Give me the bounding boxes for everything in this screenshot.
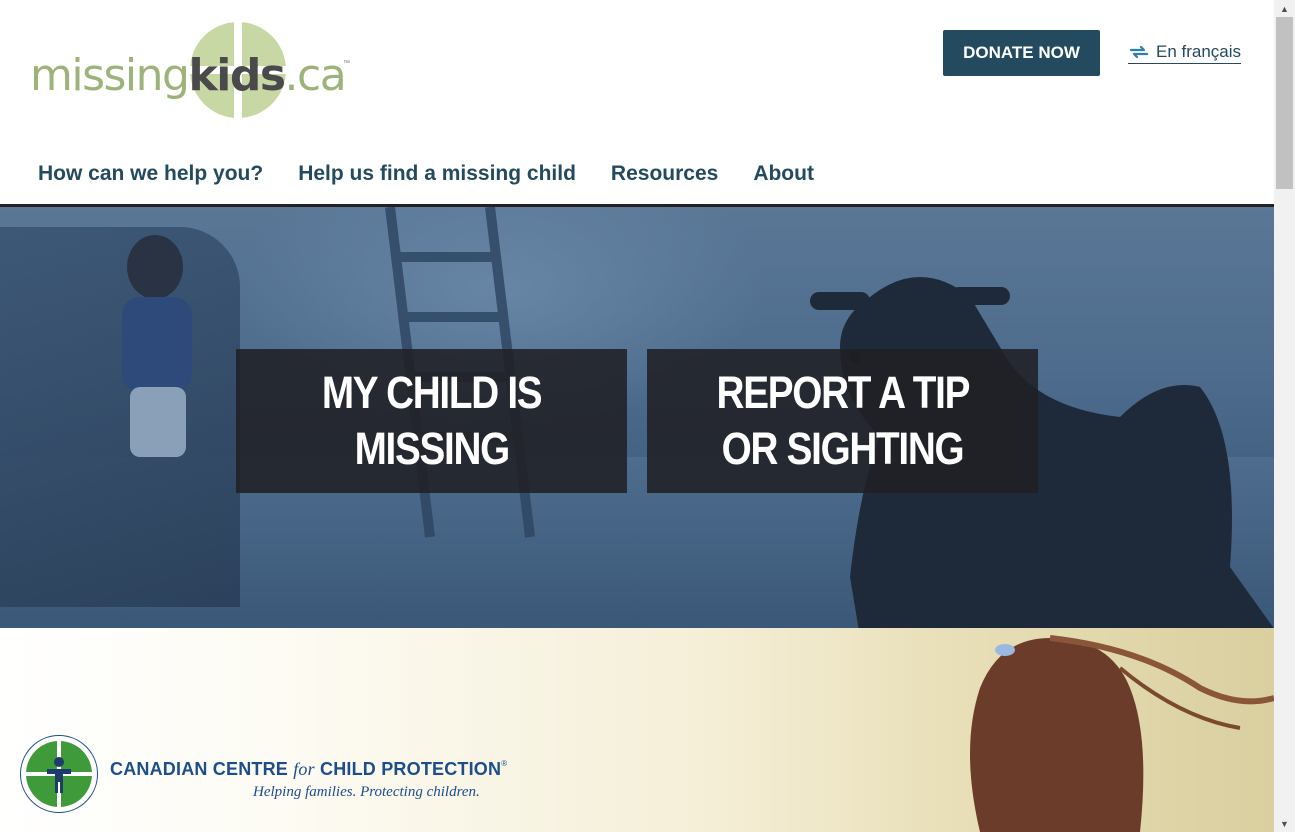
ccp-text-block: CANADIAN CENTRE for CHILD PROTECTION® He… [110, 735, 507, 801]
language-switch-icon [1129, 45, 1149, 59]
ccp-registered-mark: ® [501, 759, 508, 768]
scrollbar-thumb[interactable] [1276, 17, 1293, 189]
my-child-is-missing-button[interactable]: MY CHILD IS MISSING [236, 349, 627, 493]
ccp-name-part2: CHILD PROTECTION [314, 759, 502, 779]
logo-wordmark: missingkids.ca [30, 50, 347, 101]
scroll-up-arrow-icon[interactable]: ▲ [1274, 0, 1295, 17]
ccp-name-for: for [293, 759, 315, 779]
girl-hair-photo [970, 635, 1274, 832]
logo-trademark: ™ [343, 60, 350, 67]
nav-item-how-can-we-help[interactable]: How can we help you? [38, 162, 263, 186]
language-toggle-label: En français [1156, 42, 1242, 61]
child-silhouette-image [122, 235, 192, 457]
cta-tip-line1: REPORT A TIP [716, 367, 970, 418]
cta-missing-line2: MISSING [354, 423, 510, 474]
scroll-down-arrow-icon[interactable]: ▼ [1274, 815, 1295, 832]
ccp-tagline: Helping families. Protecting children. [253, 784, 480, 800]
ccp-org-name: CANADIAN CENTRE for CHILD PROTECTION® [110, 759, 507, 780]
main-nav: How can we help you? Help us find a miss… [38, 162, 814, 186]
nav-item-resources[interactable]: Resources [611, 162, 718, 186]
report-tip-button[interactable]: REPORT A TIP OR SIGHTING [647, 349, 1038, 493]
donate-now-button[interactable]: DONATE NOW [943, 30, 1100, 76]
logo-text-kids: kids [188, 50, 286, 101]
logo-text-missing: missing [30, 50, 190, 101]
hero-banner: MY CHILD IS MISSING REPORT A TIP OR SIGH… [0, 204, 1274, 631]
nav-item-about[interactable]: About [753, 162, 814, 186]
cta-tip-line2: OR SIGHTING [721, 423, 965, 474]
vertical-scrollbar[interactable]: ▲ ▼ [1274, 0, 1295, 832]
nav-item-help-find-missing-child[interactable]: Help us find a missing child [298, 162, 576, 186]
page: missingkids.ca ™ DONATE NOW En français … [0, 0, 1274, 832]
missingkids-logo[interactable]: missingkids.ca ™ [30, 22, 360, 120]
cta-missing-line1: MY CHILD IS [321, 367, 543, 418]
logo-text-ca: .ca [284, 50, 347, 101]
ccp-emblem-icon [20, 735, 98, 813]
language-toggle-link[interactable]: En français [1128, 42, 1242, 64]
ccp-logo-link[interactable]: CANADIAN CENTRE for CHILD PROTECTION® He… [20, 735, 507, 813]
child-figure-icon [47, 757, 71, 793]
ccp-name-part1: CANADIAN CENTRE [110, 759, 294, 779]
lower-banner: CANADIAN CENTRE for CHILD PROTECTION® He… [0, 628, 1274, 832]
